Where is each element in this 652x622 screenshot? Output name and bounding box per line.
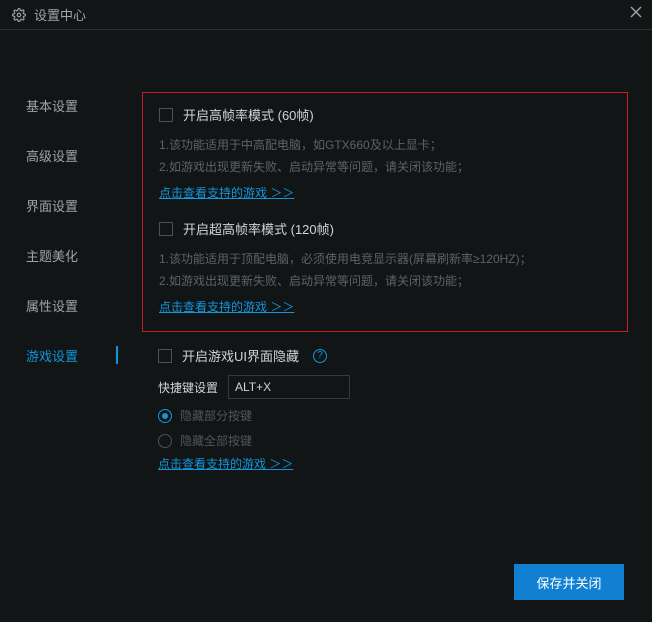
fps60-supported-link[interactable]: 点击查看支持的游戏 ＞＞	[159, 184, 294, 201]
fps120-desc2: 2.如游戏出现更新失败、启动异常等问题，请关闭该功能；	[159, 270, 611, 292]
sidebar-item-label: 高级设置	[26, 146, 78, 165]
titlebar: 设置中心	[0, 0, 652, 30]
window-title: 设置中心	[34, 5, 86, 24]
sidebar-item-ui[interactable]: 界面设置	[0, 180, 118, 230]
sidebar-item-label: 界面设置	[26, 196, 78, 215]
hideui-supported-link[interactable]: 点击查看支持的游戏 ＞＞	[158, 455, 293, 472]
gear-icon	[12, 8, 26, 22]
save-close-button[interactable]: 保存并关闭	[514, 564, 624, 600]
sidebar-item-basic[interactable]: 基本设置	[0, 80, 118, 130]
sidebar-item-theme[interactable]: 主题美化	[0, 230, 118, 280]
fps120-label: 开启超高帧率模式 (120帧)	[183, 219, 334, 238]
hotkey-input[interactable]	[228, 375, 350, 399]
sidebar-item-game[interactable]: 游戏设置	[0, 330, 118, 380]
sidebar-item-label: 属性设置	[26, 296, 78, 315]
sidebar-item-label: 游戏设置	[26, 346, 78, 365]
hotkey-label: 快捷键设置	[158, 379, 218, 396]
fps120-block: 开启超高帧率模式 (120帧) 1.该功能适用于顶配电脑，必须使用电竞显示器(屏…	[159, 219, 611, 315]
hideui-checkbox[interactable]	[158, 349, 172, 363]
sidebar-item-label: 主题美化	[26, 246, 78, 265]
radio-hide-all[interactable]	[158, 434, 172, 448]
hideui-label: 开启游戏UI界面隐藏	[182, 346, 299, 365]
fps60-label: 开启高帧率模式 (60帧)	[183, 105, 314, 124]
highlight-box: 开启高帧率模式 (60帧) 1.该功能适用于中高配电脑，如GTX660及以上显卡…	[142, 92, 628, 332]
help-icon[interactable]: ?	[313, 349, 327, 363]
sidebar-item-attr[interactable]: 属性设置	[0, 280, 118, 330]
sidebar-item-advanced[interactable]: 高级设置	[0, 130, 118, 180]
fps60-desc1: 1.该功能适用于中高配电脑，如GTX660及以上显卡；	[159, 134, 611, 156]
close-icon[interactable]	[630, 6, 642, 21]
radio-hide-all-label: 隐藏全部按键	[180, 432, 252, 449]
fps60-block: 开启高帧率模式 (60帧) 1.该功能适用于中高配电脑，如GTX660及以上显卡…	[159, 105, 611, 201]
fps120-supported-link[interactable]: 点击查看支持的游戏 ＞＞	[159, 298, 294, 315]
fps120-checkbox[interactable]	[159, 222, 173, 236]
sidebar: 基本设置 高级设置 界面设置 主题美化 属性设置 游戏设置	[0, 30, 118, 622]
radio-hide-partial[interactable]	[158, 409, 172, 423]
fps60-desc2: 2.如游戏出现更新失败、启动异常等问题，请关闭该功能；	[159, 156, 611, 178]
fps60-checkbox[interactable]	[159, 108, 173, 122]
content-pane: 开启高帧率模式 (60帧) 1.该功能适用于中高配电脑，如GTX660及以上显卡…	[118, 30, 652, 622]
radio-hide-partial-label: 隐藏部分按键	[180, 407, 252, 424]
sidebar-item-label: 基本设置	[26, 96, 78, 115]
hideui-block: 开启游戏UI界面隐藏 ? 快捷键设置 隐藏部分按键 隐藏全部按键 点击查看支持的…	[158, 346, 628, 472]
fps120-desc1: 1.该功能适用于顶配电脑，必须使用电竞显示器(屏幕刷新率≥120HZ)；	[159, 248, 611, 270]
